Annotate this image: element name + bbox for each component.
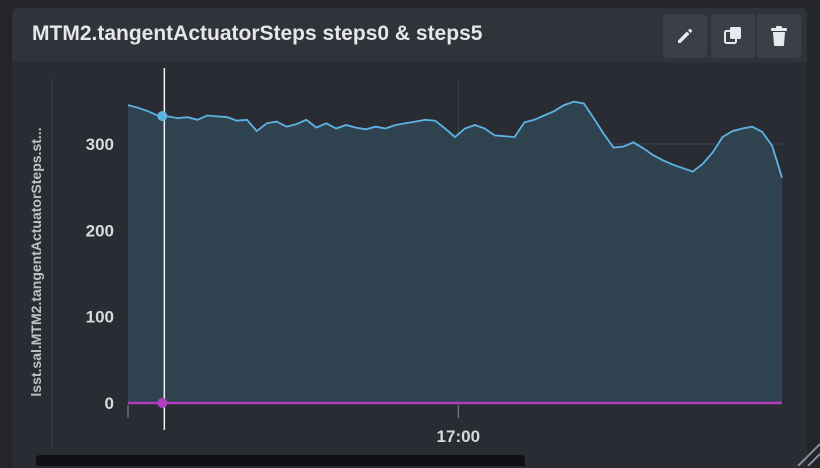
y-tick-label: 300 — [86, 135, 114, 154]
series-0-hover-point — [157, 111, 167, 121]
resize-handle-icon[interactable] — [776, 422, 820, 466]
series-5-hover-point — [157, 398, 167, 408]
series-0-area — [128, 102, 782, 403]
y-tick-label: 200 — [86, 221, 114, 240]
bottom-scrollbar[interactable] — [36, 455, 525, 466]
chart-plot[interactable]: 0 100 200 300 17:00 — [0, 0, 820, 466]
x-tick-label: 17:00 — [437, 427, 480, 446]
y-tick-label: 0 — [105, 394, 114, 413]
y-tick-label: 100 — [86, 308, 114, 327]
